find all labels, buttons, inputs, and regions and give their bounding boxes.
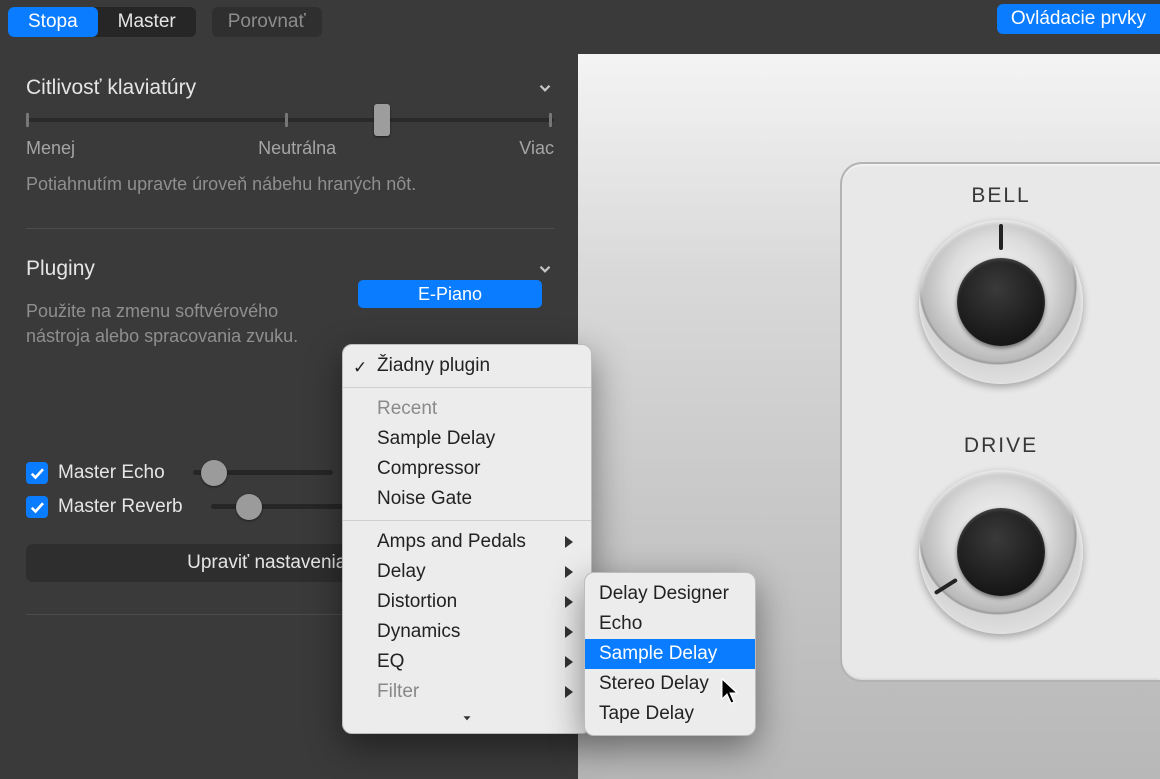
compare-button[interactable]: Porovnať [212,7,322,37]
plugins-help-text: Použite na zmenu softvérového nástroja a… [26,299,336,348]
chevron-down-icon[interactable] [536,260,554,278]
menu-item-amps-and-pedals[interactable]: Amps and Pedals [343,527,591,557]
section-title-plugins: Pluginy [26,257,95,281]
master-echo-label: Master Echo [58,462,165,484]
knob-label-bell: BELL [842,184,1160,208]
menu-item-label: Delay Designer [599,583,729,605]
menu-item-label: Delay [377,561,426,583]
master-echo-slider[interactable] [193,470,333,475]
chevron-down-icon[interactable] [536,79,554,97]
menu-item-label: Amps and Pedals [377,531,526,553]
sensitivity-slider-labels: Menej Neutrálna Viac [26,138,554,159]
submenu-item-sample-delay[interactable]: Sample Delay [585,639,755,669]
slider-label-neutral: Neutrálna [258,138,336,159]
menu-item-label: Stereo Delay [599,673,709,695]
section-title-sensitivity: Citlivosť klaviatúry [26,76,196,100]
knob-label-drive: DRIVE [842,434,1160,458]
track-master-segmented: Stopa Master [8,7,196,37]
master-reverb-checkbox[interactable] [26,496,48,518]
sensitivity-help-text: Potiahnutím upravte úroveň nábehu hranýc… [26,173,554,196]
menu-item-recent-noise-gate[interactable]: Noise Gate [343,484,591,514]
menu-item-eq[interactable]: EQ [343,647,591,677]
topbar: Stopa Master Porovnať Ovládacie prvky [0,0,1160,44]
submenu-item-delay-designer[interactable]: Delay Designer [585,579,755,609]
plugin-slot-button[interactable]: E-Piano [358,280,542,308]
menu-scroll-down[interactable] [343,707,591,731]
master-reverb-slider[interactable] [211,504,351,509]
menu-heading-recent: Recent [343,394,591,424]
slider-label-less: Menej [26,138,75,159]
bell-knob[interactable] [919,220,1083,384]
instrument-panel: BELL DRIVE [840,162,1160,682]
menu-item-label: Filter [377,681,419,703]
menu-item-label: Sample Delay [599,643,717,665]
menu-item-no-plugin[interactable]: ✓ Žiadny plugin [343,351,591,381]
plugin-context-menu: ✓ Žiadny plugin Recent Sample Delay Comp… [342,344,592,734]
drive-knob[interactable] [919,470,1083,634]
tab-master[interactable]: Master [98,7,196,37]
submenu-item-tape-delay[interactable]: Tape Delay [585,699,755,729]
section-keyboard-sensitivity: Citlivosť klaviatúry Menej Neutrálna Via… [26,48,554,196]
menu-item-label: EQ [377,651,404,673]
menu-item-label: Compressor [377,458,480,480]
menu-item-label: Žiadny plugin [377,355,490,377]
menu-item-distortion[interactable]: Distortion [343,587,591,617]
master-reverb-label: Master Reverb [58,496,183,518]
menu-item-label: Noise Gate [377,488,472,510]
sensitivity-slider[interactable] [26,118,554,122]
master-echo-checkbox[interactable] [26,462,48,484]
menu-item-dynamics[interactable]: Dynamics [343,617,591,647]
submenu-item-echo[interactable]: Echo [585,609,755,639]
menu-item-label: Echo [599,613,642,635]
menu-item-filter[interactable]: Filter [343,677,591,707]
menu-item-label: Sample Delay [377,428,495,450]
slider-label-more: Viac [519,138,554,159]
submenu-item-stereo-delay[interactable]: Stereo Delay [585,669,755,699]
menu-item-label: Distortion [377,591,457,613]
tab-stopa[interactable]: Stopa [8,7,98,37]
menu-item-delay[interactable]: Delay [343,557,591,587]
controls-button[interactable]: Ovládacie prvky [997,4,1160,34]
delay-submenu: Delay Designer Echo Sample Delay Stereo … [584,572,756,736]
menu-item-recent-sample-delay[interactable]: Sample Delay [343,424,591,454]
menu-item-label: Dynamics [377,621,460,643]
menu-item-label: Tape Delay [599,703,694,725]
menu-item-recent-compressor[interactable]: Compressor [343,454,591,484]
